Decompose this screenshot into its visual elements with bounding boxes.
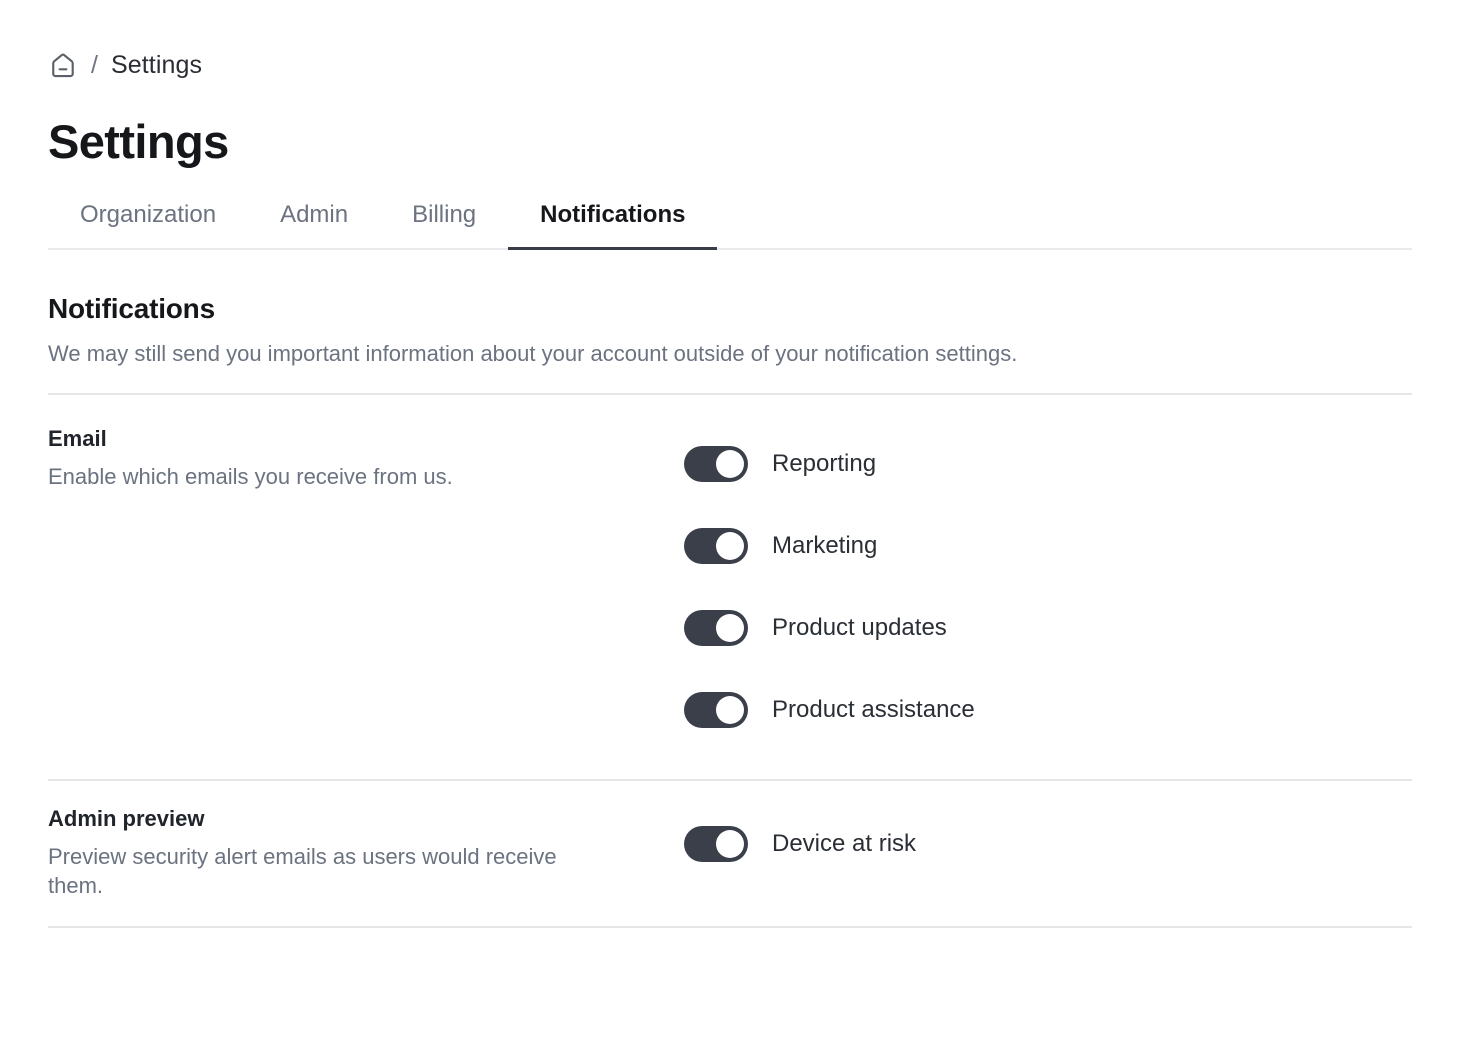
toggle-label-reporting: Reporting bbox=[772, 450, 877, 478]
group-title: Admin preview bbox=[48, 806, 205, 832]
group-label-email: Email Enable which emails you receive fr… bbox=[48, 395, 684, 491]
toggle-device-at-risk[interactable] bbox=[684, 826, 748, 863]
toggle-row-reporting: Reporting bbox=[684, 423, 1412, 505]
toggle-knob bbox=[716, 450, 744, 479]
toggle-row-marketing: Marketing bbox=[684, 505, 1412, 587]
home-icon[interactable] bbox=[48, 50, 78, 80]
toggle-label-product-updates: Product updates bbox=[772, 614, 947, 642]
section-title: Notifications bbox=[48, 293, 215, 324]
toggle-label-marketing: Marketing bbox=[772, 532, 878, 560]
tab-organization[interactable]: Organization bbox=[48, 203, 248, 250]
toggle-knob bbox=[716, 696, 744, 725]
tab-bar: Organization Admin Billing Notifications bbox=[48, 203, 1412, 250]
toggle-label-product-assistance: Product assistance bbox=[772, 696, 975, 724]
breadcrumb-separator: / bbox=[91, 50, 98, 79]
toggle-knob bbox=[716, 614, 744, 643]
breadcrumb-current[interactable]: Settings bbox=[111, 51, 202, 80]
section-description: We may still send you important informat… bbox=[48, 340, 1018, 366]
toggle-row-product-updates: Product updates bbox=[684, 587, 1412, 669]
group-title: Email bbox=[48, 426, 107, 452]
tab-billing[interactable]: Billing bbox=[380, 203, 508, 250]
toggle-label-device-at-risk: Device at risk bbox=[772, 830, 917, 858]
page-title: Settings bbox=[48, 115, 229, 168]
toggle-reporting[interactable] bbox=[684, 446, 748, 483]
section-header: Notifications We may still send you impo… bbox=[48, 250, 1412, 367]
toggle-product-updates[interactable] bbox=[684, 610, 748, 647]
toggle-product-assistance[interactable] bbox=[684, 692, 748, 729]
toggle-knob bbox=[716, 830, 744, 859]
group-description: Preview security alert emails as users w… bbox=[48, 843, 557, 898]
divider bbox=[48, 926, 1412, 929]
toggle-marketing[interactable] bbox=[684, 528, 748, 565]
settings-group-admin-preview: Admin preview Preview security alert ema… bbox=[48, 781, 1412, 926]
group-controls-email: Reporting Marketing Product updates Prod… bbox=[684, 395, 1412, 751]
toggle-row-product-assistance: Product assistance bbox=[684, 669, 1412, 751]
settings-page: / Settings Settings Organization Admin B… bbox=[0, 0, 1460, 929]
tab-admin[interactable]: Admin bbox=[248, 203, 380, 250]
toggle-row-device-at-risk: Device at risk bbox=[684, 803, 1412, 885]
group-label-admin-preview: Admin preview Preview security alert ema… bbox=[48, 781, 684, 900]
tab-notifications[interactable]: Notifications bbox=[508, 203, 718, 250]
toggle-knob bbox=[716, 532, 744, 561]
breadcrumb: / Settings bbox=[48, 0, 1412, 96]
group-controls-admin-preview: Device at risk bbox=[684, 781, 1412, 885]
settings-group-email: Email Enable which emails you receive fr… bbox=[48, 395, 1412, 779]
group-description: Enable which emails you receive from us. bbox=[48, 463, 453, 489]
